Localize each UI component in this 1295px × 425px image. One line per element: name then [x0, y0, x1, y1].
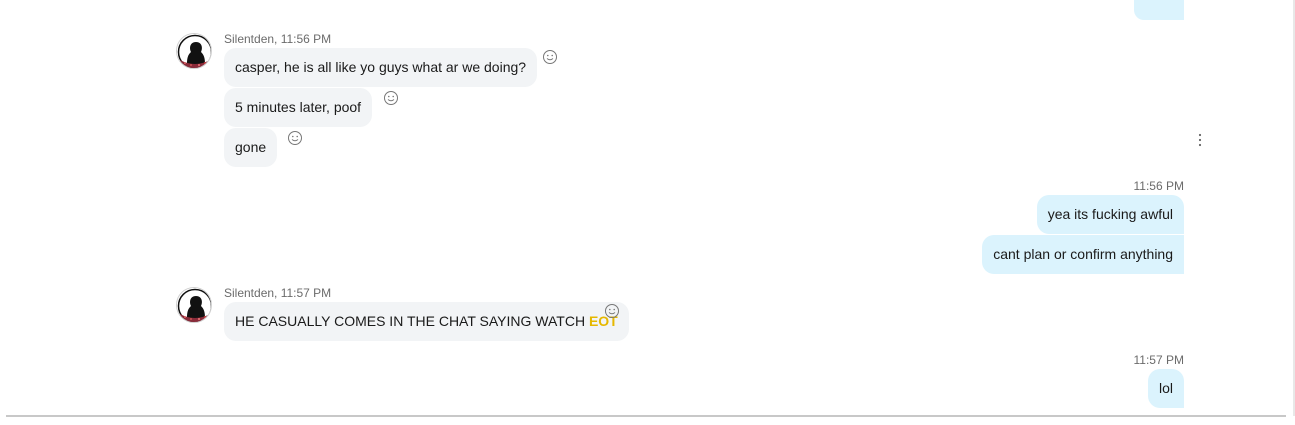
- composer-divider: [6, 415, 1286, 417]
- incoming-message[interactable]: gone: [224, 128, 278, 167]
- avatar[interactable]: [176, 33, 212, 69]
- chat-pane: Silentden, 11:56 PM casper, he is all li…: [0, 0, 1295, 425]
- outgoing-message[interactable]: lol: [1147, 369, 1184, 408]
- smiley-icon[interactable]: [383, 90, 399, 106]
- avatar-silhouette-icon: [177, 288, 211, 322]
- message-timestamp: 11:57 PM: [1133, 353, 1184, 367]
- outgoing-message[interactable]: cant plan or confirm anything: [982, 235, 1184, 274]
- message-timestamp: 11:56 PM: [1133, 179, 1184, 193]
- message-text: gone: [235, 139, 267, 155]
- smiley-icon[interactable]: [604, 303, 620, 319]
- avatar[interactable]: [176, 287, 212, 323]
- message-text: lol: [1158, 380, 1173, 396]
- message-meta: Silentden, 11:56 PM: [224, 32, 332, 46]
- smiley-icon[interactable]: [287, 130, 303, 146]
- message-meta: Silentden, 11:57 PM: [224, 286, 332, 300]
- message-text: 5 minutes later, poof: [235, 99, 362, 115]
- incoming-message[interactable]: 5 minutes later, poof: [224, 88, 373, 127]
- outgoing-message-partial[interactable]: [1134, 0, 1184, 20]
- message-text: cant plan or confirm anything: [993, 246, 1173, 262]
- avatar-silhouette-icon: [177, 34, 211, 68]
- message-text: HE CASUALLY COMES IN THE CHAT SAYING WAT…: [235, 313, 589, 329]
- incoming-message[interactable]: casper, he is all like yo guys what ar w…: [224, 48, 538, 87]
- message-text: casper, he is all like yo guys what ar w…: [235, 59, 527, 75]
- smiley-icon[interactable]: [542, 49, 558, 65]
- incoming-message[interactable]: HE CASUALLY COMES IN THE CHAT SAYING WAT…: [224, 302, 629, 341]
- outgoing-message[interactable]: yea its fucking awful: [1036, 195, 1184, 234]
- more-vertical-icon[interactable]: [1193, 132, 1207, 148]
- message-text: yea its fucking awful: [1047, 206, 1173, 222]
